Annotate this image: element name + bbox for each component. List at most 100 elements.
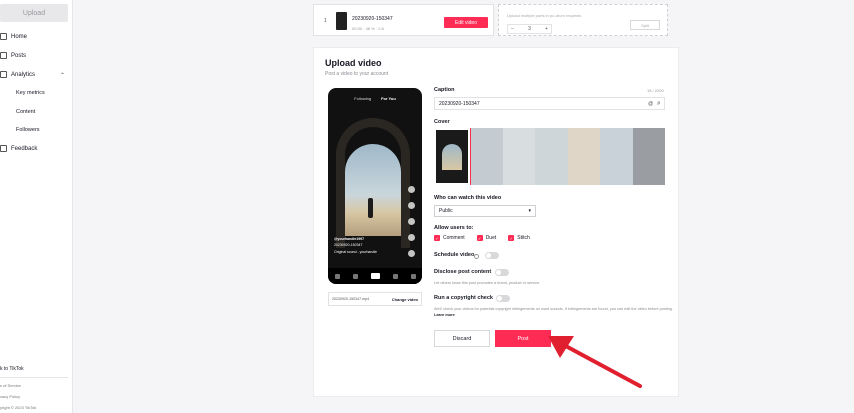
edit-video-button[interactable]: Edit video [444,17,488,28]
arrow-shaft [560,342,642,388]
caption-counter: 15 / 2200 [647,88,664,93]
stepper-value: 3 [528,26,531,32]
sidebar-item-home[interactable]: Home [0,33,27,40]
cover-frame[interactable] [535,128,568,185]
copyright-hint: We'll check your videos for potential co… [434,307,674,318]
check-icon: ✓ [434,235,440,241]
home-icon [0,33,7,40]
copyright-hint-text: We'll check your videos for potential co… [434,307,673,311]
sidebar-item-analytics[interactable]: Analytics [0,71,35,78]
comment-icon [408,218,415,225]
caption-tools: @ # [648,101,660,107]
sidebar-item-feedback[interactable]: Feedback [0,145,37,152]
allow-users-options: ✓ Comment ✓ Duet ✓ Stitch [434,235,530,241]
caption-label: Caption [434,87,455,93]
home-icon [334,273,340,279]
feedback-icon [0,145,7,152]
duet-checkbox[interactable]: ✓ Duet [476,235,496,241]
video-file-name: 20230920-150347.mp4 [332,297,370,301]
disclose-hint: Let others know this post promotes a bra… [434,281,541,285]
split-parts-card: Upload multiple parts in po-drum request… [498,4,668,36]
share-icon [408,234,415,241]
terms-link[interactable]: s of Service [0,383,21,388]
sidebar-item-followers[interactable]: Followers [16,127,40,133]
stitch-label: Stitch [517,235,530,241]
annotation-arrow-icon [548,336,642,388]
split-button[interactable]: Split [630,20,660,30]
music-disc-icon [408,250,415,257]
profile-icon [410,273,416,279]
video-preview[interactable]: Following For You @yourhandle1997 202309… [328,88,422,284]
visibility-label: Who can watch this video [434,195,502,201]
inbox-icon [392,273,398,279]
file-thumbnail [336,12,347,30]
cover-selected-frame[interactable] [434,128,471,185]
copyright-text: yright © 2023 TikTok [0,405,37,410]
sidebar-item-label: Analytics [11,71,36,78]
sidebar-item-content[interactable]: Content [16,109,35,115]
cover-frame[interactable] [632,128,665,185]
preview-username: @yourhandle1997 [334,237,365,241]
check-icon: ✓ [508,235,515,241]
preview-sound: Original sound - yourhandle [334,250,377,254]
cover-frame[interactable] [567,128,600,185]
preview-action-icons [408,186,415,257]
parts-stepper[interactable]: − 3 + [507,24,552,34]
info-icon[interactable] [474,254,479,259]
person-silhouette [368,198,373,218]
analytics-icon [0,71,7,78]
discard-button[interactable]: Discard [434,330,490,347]
page-title: Upload video [325,58,382,68]
minus-icon[interactable]: − [511,26,514,32]
disclose-label: Disclose post content [434,269,492,275]
sidebar-item-label: Home [11,33,28,40]
caption-value: 20230920-150347 [439,100,480,107]
heart-icon [408,202,415,209]
check-icon: ✓ [476,235,483,241]
mention-icon[interactable]: @ [648,101,653,107]
page-subtitle: Post a video to your account [325,71,389,77]
change-video-button[interactable]: Change video [392,297,418,302]
stitch-checkbox[interactable]: ✓ Stitch [508,235,530,241]
learn-more-link[interactable]: Learn more [434,313,455,317]
disclose-toggle[interactable] [495,269,509,276]
chevron-up-icon[interactable]: ⌃ [60,72,65,79]
visibility-select[interactable]: Public ▾ [434,205,536,217]
visibility-value: Public [439,208,453,214]
sidebar-item-key-metrics[interactable]: Key metrics [16,90,45,96]
tab-following: Following [354,96,372,101]
file-name: 20230920-150347 [352,16,393,22]
privacy-link[interactable]: vacy Policy [0,394,20,399]
cover-frame[interactable] [502,128,535,185]
preview-tabs: Following For You [328,96,422,101]
sidebar-item-label: Feedback [11,145,38,152]
comment-checkbox[interactable]: ✓ Comment [434,235,465,241]
divider [0,377,68,378]
back-to-tiktok-link[interactable]: k to TikTok [0,366,24,372]
copyright-check-label: Run a copyright check [434,295,493,301]
hashtag-icon[interactable]: # [657,101,660,107]
schedule-toggle[interactable] [485,252,499,259]
plus-icon[interactable]: + [545,26,548,32]
file-meta: 00:30 · 48 % · 2.6 [352,26,384,31]
preview-bottom-nav [328,268,422,284]
cover-frame[interactable] [470,128,503,185]
allow-users-label: Allow users to: [434,225,474,231]
cover-frame[interactable] [600,128,633,185]
tab-for-you: For You [381,96,396,101]
change-video-row: 20230920-150347.mp4 Change video [328,292,422,306]
copyright-toggle[interactable] [496,295,510,302]
chevron-down-icon: ▾ [528,208,531,214]
sidebar: Upload Home Posts Analytics ⌃ Key metric… [0,0,73,413]
cover-picker[interactable] [434,128,665,185]
caption-input[interactable]: 20230920-150347 @ # [434,97,665,110]
uploaded-file-card: 1 20230920-150347 00:30 · 48 % · 2.6 Edi… [313,4,494,36]
file-index: 1 [324,18,327,24]
upload-button[interactable]: Upload [0,4,68,22]
sidebar-item-posts[interactable]: Posts [0,52,26,59]
cover-label: Cover [434,119,450,125]
posts-icon [0,52,7,59]
sidebar-item-label: Posts [11,52,27,59]
avatar-icon [408,186,415,193]
create-icon [370,273,380,279]
